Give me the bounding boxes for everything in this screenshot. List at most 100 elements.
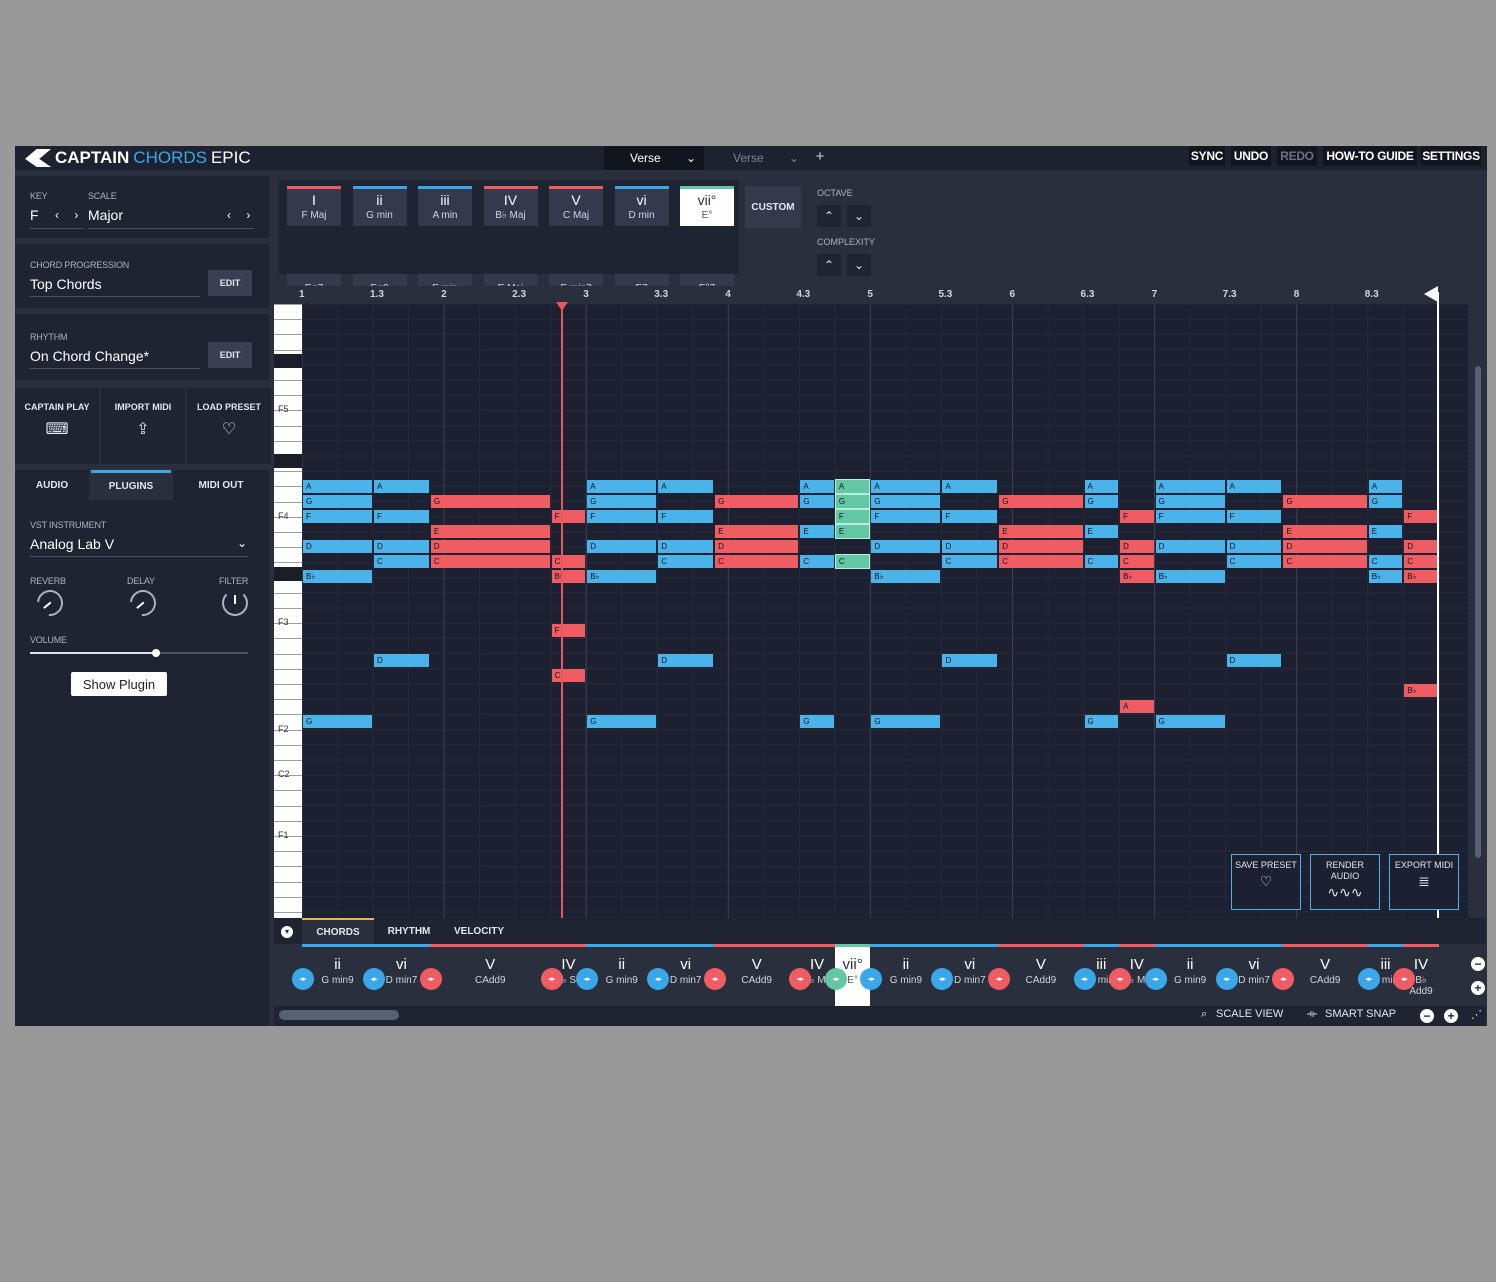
midi-note[interactable]: C <box>658 555 714 568</box>
instrument-value[interactable]: Analog Lab V <box>30 536 114 552</box>
chord-resize-handle-icon[interactable]: ◂▸ <box>1144 968 1167 990</box>
custom-chord-button[interactable]: CUSTOM <box>745 186 801 228</box>
midi-note[interactable]: D <box>658 540 714 553</box>
midi-note[interactable]: C <box>551 669 586 682</box>
filter-knob[interactable] <box>222 590 248 616</box>
midi-note[interactable]: A <box>374 480 429 493</box>
chord-resize-handle-icon[interactable]: ◂▸ <box>1215 968 1238 990</box>
edit-rhythm-button[interactable]: EDIT <box>208 342 252 368</box>
midi-note[interactable]: G <box>303 495 373 508</box>
timeline-chord[interactable]: V CAdd9 <box>998 944 1084 1006</box>
midi-note[interactable]: G <box>587 495 657 508</box>
add-section-button[interactable]: + <box>813 149 827 165</box>
tab-chords[interactable]: CHORDS <box>302 918 374 944</box>
zoom-out-icon[interactable]: − <box>1420 1009 1434 1023</box>
midi-note[interactable]: D <box>942 540 998 553</box>
scale-view-button[interactable]: SCALE VIEW <box>1216 1008 1283 1020</box>
how-to-guide-button[interactable]: HOW-TO GUIDE <box>1323 146 1417 166</box>
midi-note[interactable]: G <box>1084 715 1119 728</box>
midi-note[interactable]: G <box>800 715 834 728</box>
black-key[interactable] <box>274 354 302 368</box>
midi-note[interactable]: F <box>551 624 586 637</box>
midi-note[interactable]: E <box>1283 525 1367 538</box>
playhead-marker-icon[interactable] <box>556 302 568 311</box>
midi-note[interactable]: G <box>871 495 941 508</box>
midi-note[interactable]: C <box>800 555 834 568</box>
midi-note[interactable]: B♭ <box>871 570 941 583</box>
midi-note[interactable]: E <box>430 525 550 538</box>
settings-button[interactable]: SETTINGS <box>1421 146 1481 166</box>
tab-midi-out[interactable]: MIDI OUT <box>173 470 269 500</box>
captain-play-button[interactable]: CAPTAIN PLAY ⌨ <box>15 388 99 464</box>
midi-note[interactable]: D <box>587 540 657 553</box>
render-audio-button[interactable]: RENDER AUDIO ∿∿∿ <box>1310 854 1380 910</box>
midi-note[interactable]: A <box>1120 700 1154 713</box>
midi-note[interactable]: E <box>715 525 799 538</box>
midi-note[interactable]: C <box>1283 555 1367 568</box>
tab-rhythm[interactable]: RHYTHM <box>374 918 444 944</box>
timeline-chord[interactable]: V CAdd9 <box>714 944 800 1006</box>
midi-note[interactable]: G <box>587 715 657 728</box>
timeline-chord[interactable]: V CAdd9 <box>429 944 551 1006</box>
midi-note[interactable]: G <box>871 715 941 728</box>
midi-note[interactable]: A <box>1084 480 1119 493</box>
midi-note[interactable]: D <box>430 540 550 553</box>
midi-note[interactable]: C <box>999 555 1083 568</box>
section-select-2[interactable]: Verse ⌄ <box>707 146 807 170</box>
midi-note[interactable]: F <box>374 510 429 523</box>
midi-note[interactable]: D <box>1283 540 1367 553</box>
midi-note[interactable]: A <box>834 479 871 494</box>
midi-note[interactable]: D <box>942 654 998 667</box>
chord-resize-handle-icon[interactable]: ◂▸ <box>292 968 314 990</box>
bar-ruler[interactable]: 1 1.3 2 2.3 3 3.3 4 4.3 5 5.3 6 6.3 7 7.3 8 8.3 <box>274 286 1468 304</box>
midi-note[interactable]: C <box>374 555 429 568</box>
midi-note[interactable]: D <box>658 654 714 667</box>
load-preset-button[interactable]: LOAD PRESET ♡ <box>187 388 271 464</box>
midi-note[interactable]: F <box>587 510 657 523</box>
midi-note[interactable]: G <box>800 495 834 508</box>
midi-note[interactable]: F <box>1120 510 1154 523</box>
undo-button[interactable]: UNDO <box>1231 146 1271 166</box>
midi-note[interactable]: G <box>1368 495 1403 508</box>
midi-note[interactable]: G <box>834 494 871 509</box>
midi-note[interactable]: E <box>1084 525 1119 538</box>
midi-note[interactable]: C <box>1120 555 1154 568</box>
midi-note[interactable]: B♭ <box>551 570 586 583</box>
complexity-down-button[interactable]: ⌄ <box>847 254 871 276</box>
edit-progression-button[interactable]: EDIT <box>208 270 252 296</box>
midi-note[interactable]: D <box>1226 654 1282 667</box>
midi-note[interactable]: G <box>1084 495 1119 508</box>
midi-note[interactable]: B♭ <box>1155 570 1225 583</box>
smart-snap-button[interactable]: SMART SNAP <box>1325 1008 1396 1020</box>
tab-audio[interactable]: AUDIO <box>15 470 89 500</box>
midi-note[interactable]: C <box>942 555 998 568</box>
show-plugin-button[interactable]: Show Plugin <box>71 672 167 696</box>
sync-button[interactable]: SYNC <box>1189 146 1225 166</box>
midi-note[interactable]: C <box>1404 555 1438 568</box>
midi-note[interactable]: E <box>999 525 1083 538</box>
chord-button-5[interactable]: vi D min <box>614 186 669 226</box>
midi-note[interactable]: F <box>658 510 714 523</box>
midi-note[interactable]: G <box>715 495 799 508</box>
octave-up-button[interactable]: ⌃ <box>817 205 841 227</box>
chord-resize-handle-icon[interactable]: ◂▸ <box>540 968 563 990</box>
midi-note[interactable]: F <box>1155 510 1225 523</box>
midi-note[interactable]: B♭ <box>303 570 373 583</box>
zoom-in-lane-icon[interactable]: + <box>1471 981 1485 995</box>
midi-note[interactable]: F <box>1226 510 1282 523</box>
piano-keyboard[interactable]: F5 F4 F3 F2 C2 F1 <box>274 304 302 918</box>
midi-note[interactable]: B♭ <box>1404 570 1438 583</box>
black-key[interactable] <box>274 567 302 581</box>
horizontal-scrollbar[interactable] <box>279 1010 399 1020</box>
loop-end-line[interactable] <box>1437 292 1439 918</box>
chord-button-6[interactable]: vii° E° <box>680 186 734 226</box>
chord-button-0[interactable]: I F Maj <box>287 186 341 226</box>
midi-note[interactable]: A <box>1155 480 1225 493</box>
midi-note[interactable]: E <box>800 525 834 538</box>
collapse-lane-icon[interactable]: ▾ <box>281 926 293 938</box>
chord-button-3[interactable]: IV B♭ Maj <box>483 186 538 226</box>
timeline-chord[interactable]: V CAdd9 <box>1282 944 1368 1006</box>
midi-note[interactable]: C <box>430 555 550 568</box>
import-midi-button[interactable]: IMPORT MIDI ⇪ <box>101 388 185 464</box>
chord-resize-handle-icon[interactable]: ◂▸ <box>1073 968 1096 990</box>
